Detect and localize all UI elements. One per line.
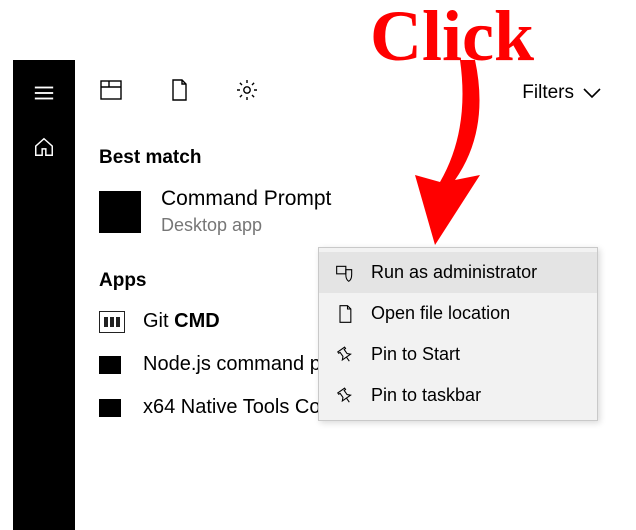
chevron-down-icon [582, 87, 602, 99]
git-cmd-icon [99, 311, 125, 333]
app-item-label: Git CMD [143, 310, 220, 333]
vs-tools-prompt-icon [99, 399, 121, 417]
ctx-label: Pin to taskbar [371, 385, 481, 406]
filters-button[interactable]: Filters [522, 82, 602, 104]
best-match-title: Command Prompt [161, 187, 331, 211]
annotation-click-text: Click [370, 0, 534, 72]
pin-icon [335, 386, 355, 406]
ctx-pin-to-taskbar[interactable]: Pin to taskbar [319, 375, 597, 416]
annotation-arrow-icon [400, 60, 490, 255]
ctx-label: Pin to Start [371, 344, 460, 365]
filters-label: Filters [522, 82, 574, 104]
hamburger-icon[interactable] [33, 82, 55, 104]
pin-icon [335, 345, 355, 365]
ctx-pin-to-start[interactable]: Pin to Start [319, 334, 597, 375]
ctx-label: Open file location [371, 303, 510, 324]
best-match-subtitle: Desktop app [161, 215, 331, 236]
best-match-item[interactable]: Command Prompt Desktop app [75, 177, 626, 246]
file-icon [335, 304, 355, 324]
ctx-run-as-admin[interactable]: Run as administrator [319, 252, 597, 293]
nodejs-prompt-icon [99, 356, 121, 374]
command-prompt-icon [99, 191, 141, 233]
best-match-label: Best match [75, 123, 626, 177]
documents-tab-icon[interactable] [167, 78, 191, 107]
context-menu: Run as administrator Open file location … [318, 247, 598, 421]
shield-icon [335, 263, 355, 283]
ctx-label: Run as administrator [371, 262, 537, 283]
apps-tab-icon[interactable] [99, 78, 123, 107]
settings-tab-icon[interactable] [235, 78, 259, 107]
left-rail [13, 60, 75, 530]
toolbar: Filters [75, 60, 626, 123]
ctx-open-file-location[interactable]: Open file location [319, 293, 597, 334]
home-icon[interactable] [33, 136, 55, 158]
